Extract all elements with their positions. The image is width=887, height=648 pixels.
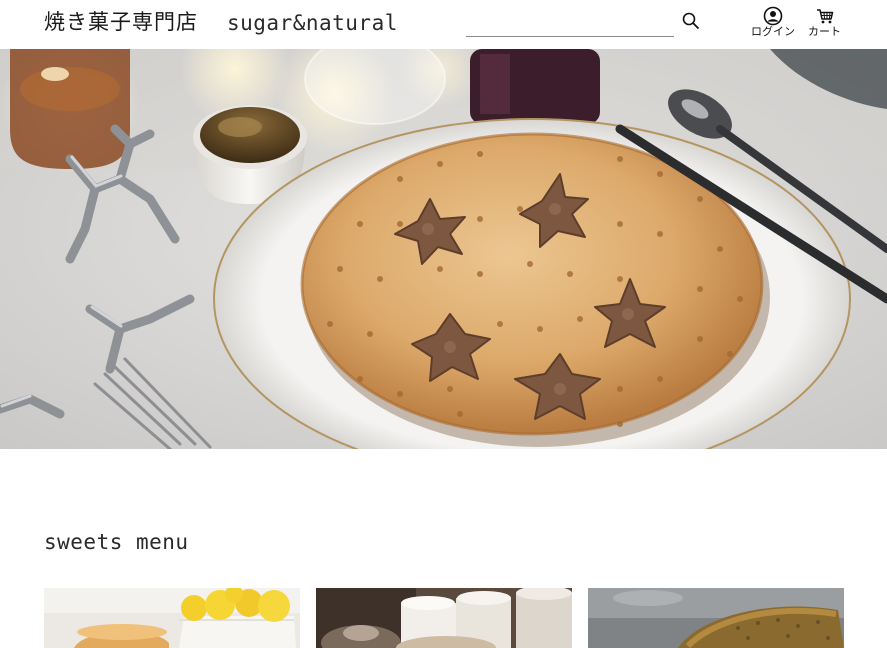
search-icon (682, 12, 699, 29)
tea-set-image (316, 588, 572, 648)
section-title-sweets-menu: sweets menu (44, 530, 189, 554)
hero-image (0, 49, 887, 449)
menu-card-lemon-cake[interactable] (44, 588, 300, 648)
brand-logo-en: sugar&natural (227, 11, 398, 35)
brand-logo-jp[interactable]: 焼き菓子専門店 (44, 9, 198, 35)
search-button[interactable] (681, 11, 701, 31)
menu-card-tea-set[interactable] (316, 588, 572, 648)
search-input[interactable] (466, 10, 674, 36)
cart-button[interactable]: カート (808, 6, 841, 38)
cart-label: カート (808, 25, 841, 38)
login-label: ログイン (751, 25, 795, 38)
user-icon (763, 6, 783, 26)
menu-card-baked-loaf[interactable] (588, 588, 844, 648)
lemon-cake-image (44, 588, 300, 648)
cart-icon (816, 9, 833, 24)
baked-loaf-image (588, 588, 844, 648)
login-button[interactable]: ログイン (751, 6, 795, 38)
search-field (466, 10, 674, 37)
site-header: 焼き菓子専門店 sugar&natural ログイン カート (0, 0, 887, 49)
